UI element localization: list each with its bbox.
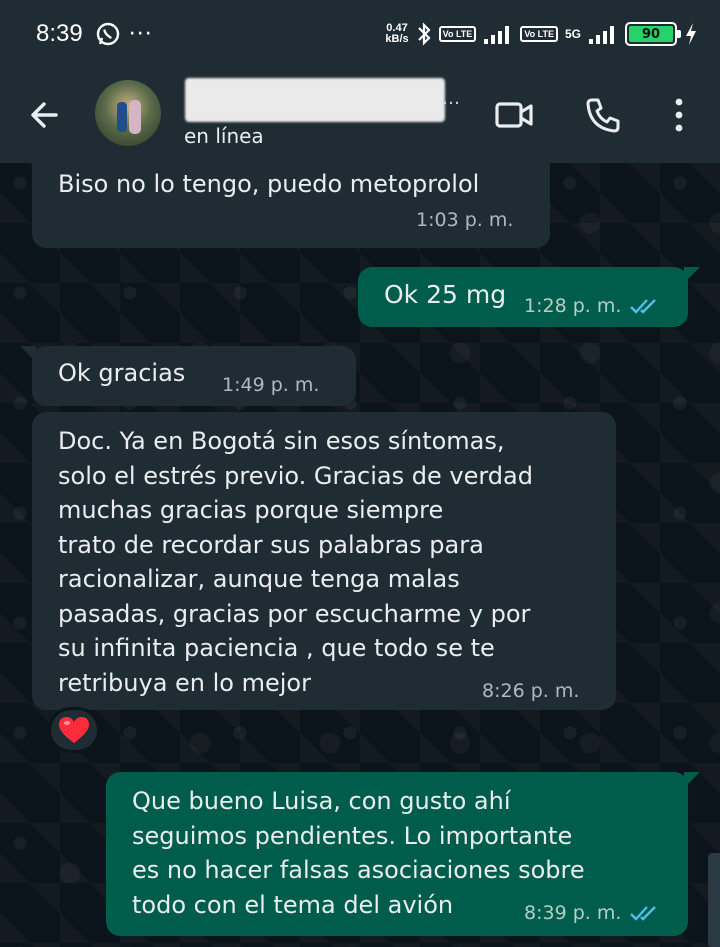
message-time-label: 1:28 p. m. [524, 295, 622, 317]
read-ticks-icon [630, 906, 657, 921]
status-time: 8:39 [36, 20, 83, 47]
network-speed-unit: kB/s [385, 33, 409, 45]
message-outgoing[interactable]: Que bueno Luisa, con gusto ahí seguimos … [106, 772, 700, 936]
message-incoming[interactable]: Ok gracias 1:49 p. m. [20, 346, 356, 406]
signal-icon [589, 26, 614, 44]
network-speed: 0.47 kB/s [385, 23, 408, 45]
overflow-menu-icon[interactable] [664, 96, 694, 134]
message-time: 8:39 p. m. [524, 902, 659, 924]
video-call-icon[interactable] [494, 98, 534, 132]
message-time-label: 8:26 p. m. [482, 680, 580, 702]
volte-badge-1: Vo LTE [438, 26, 477, 42]
message-text: Biso no lo tengo, puedo metoprolol [58, 170, 480, 198]
message-time: 1:49 p. m. [222, 374, 319, 396]
volte-badge-2: Vo LTE [520, 26, 558, 42]
message-outgoing[interactable]: Ok 25 mg 1:28 p. m. [358, 267, 700, 327]
message-reaction[interactable] [48, 707, 100, 753]
contact-status: en línea [184, 124, 264, 148]
message-time: 8:26 p. m. [482, 680, 579, 702]
contact-name-ellipsis: … [442, 88, 460, 109]
status-indicators: 0.47 kB/s Vo LTE Vo LTE 5G 90 [385, 21, 698, 47]
message-incoming[interactable]: Doc. Ya en Bogotá sin esos síntomas, sol… [32, 412, 616, 710]
network-type: 5G [564, 27, 581, 41]
more-icon: ··· [128, 21, 153, 47]
message-time: 1:28 p. m. [524, 295, 659, 317]
battery-level: 90 [629, 26, 673, 42]
message-time: 1:03 p. m. [416, 209, 513, 231]
message-text: Ok 25 mg [384, 280, 507, 309]
scroll-to-bottom-handle[interactable] [708, 853, 720, 947]
message-text: Ok gracias [58, 359, 186, 387]
phone-call-icon[interactable] [584, 96, 622, 134]
message-time-label: 8:39 p. m. [524, 902, 622, 924]
whatsapp-icon [96, 22, 119, 46]
battery-indicator: 90 [625, 22, 681, 46]
chat-screen: 8:39 ··· 0.47 kB/s Vo LTE Vo LTE 5G 90 …… [0, 0, 720, 947]
message-time-label: 1:49 p. m. [222, 374, 320, 396]
chat-header: … en línea [0, 68, 720, 163]
heart-icon [59, 717, 89, 743]
avatar[interactable] [95, 80, 161, 146]
message-list[interactable]: Biso no lo tengo, puedo metoprolol 1:03 … [0, 153, 720, 947]
message-incoming[interactable]: Biso no lo tengo, puedo metoprolol 1:03 … [32, 153, 550, 248]
contact-name-redacted[interactable] [185, 78, 445, 122]
message-time-label: 1:03 p. m. [416, 209, 514, 231]
back-arrow-icon[interactable] [26, 96, 64, 134]
message-text: Doc. Ya en Bogotá sin esos síntomas, sol… [58, 427, 533, 697]
bluetooth-icon [417, 22, 431, 46]
signal-icon [484, 26, 510, 44]
status-bar: 8:39 ··· 0.47 kB/s Vo LTE Vo LTE 5G 90 [0, 0, 720, 68]
read-ticks-icon [630, 299, 657, 314]
charging-icon [686, 23, 696, 45]
message-text: Que bueno Luisa, con gusto ahí seguimos … [132, 787, 585, 919]
